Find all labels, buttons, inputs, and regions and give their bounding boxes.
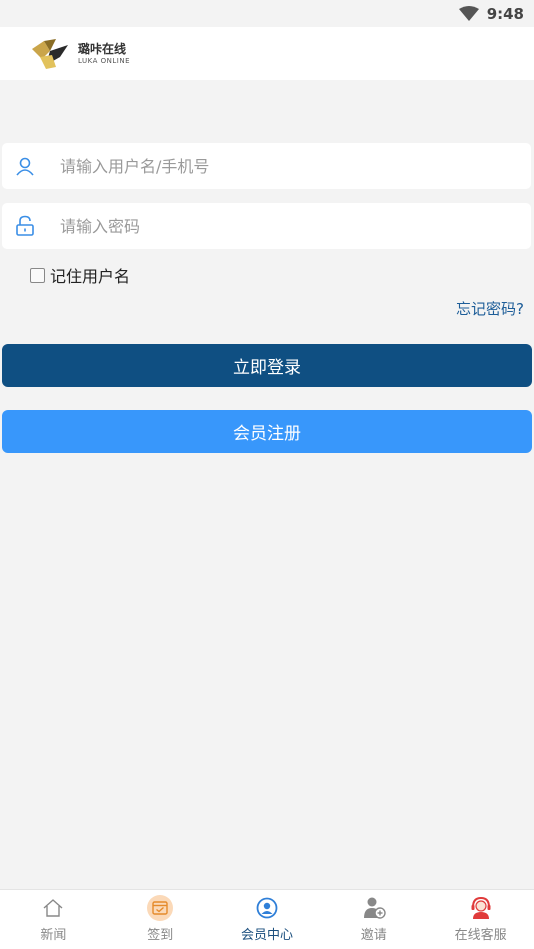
remember-checkbox[interactable] <box>30 267 45 283</box>
app-header: 璐咔在线 LUKA ONLINE <box>0 27 534 80</box>
password-field[interactable] <box>2 203 531 249</box>
status-bar: 9:48 <box>0 0 534 27</box>
logo-emblem-icon <box>32 38 68 69</box>
home-icon <box>39 896 67 920</box>
user-circle-icon <box>253 896 281 920</box>
password-input[interactable] <box>60 216 500 236</box>
login-button[interactable]: 立即登录 <box>2 344 532 387</box>
tab-online-support[interactable]: 在线客服 <box>427 890 534 949</box>
tab-news[interactable]: 新闻 <box>0 890 107 949</box>
support-agent-icon <box>467 896 495 920</box>
tab-member-center[interactable]: 会员中心 <box>214 890 321 949</box>
tab-checkin[interactable]: 签到 <box>107 890 214 949</box>
status-time: 9:48 <box>486 4 524 23</box>
tab-checkin-label: 签到 <box>147 928 174 943</box>
logo-subtitle: LUKA ONLINE <box>78 56 131 65</box>
remember-username[interactable]: 记住用户名 <box>30 263 130 287</box>
remember-label: 记住用户名 <box>50 267 131 286</box>
tab-online-support-label: 在线客服 <box>454 928 507 943</box>
tab-invite-label: 邀请 <box>360 928 387 943</box>
wifi-icon <box>458 5 479 21</box>
username-input[interactable] <box>60 156 500 176</box>
bottom-tab-bar: 新闻 签到 会员中心 邀请 在线客服 <box>0 889 534 949</box>
logo-title: 璐咔在线 <box>78 41 127 56</box>
lock-icon <box>2 215 48 237</box>
user-add-icon <box>360 896 388 920</box>
app-logo: 璐咔在线 LUKA ONLINE <box>30 37 130 71</box>
tab-news-label: 新闻 <box>40 928 67 943</box>
tab-invite[interactable]: 邀请 <box>320 890 427 949</box>
username-field[interactable] <box>2 143 531 189</box>
forgot-password-link[interactable]: 忘记密码? <box>456 298 524 319</box>
calendar-check-icon <box>146 895 174 921</box>
register-button[interactable]: 会员注册 <box>2 410 532 453</box>
user-icon <box>2 156 48 176</box>
tab-member-center-label: 会员中心 <box>240 928 293 943</box>
